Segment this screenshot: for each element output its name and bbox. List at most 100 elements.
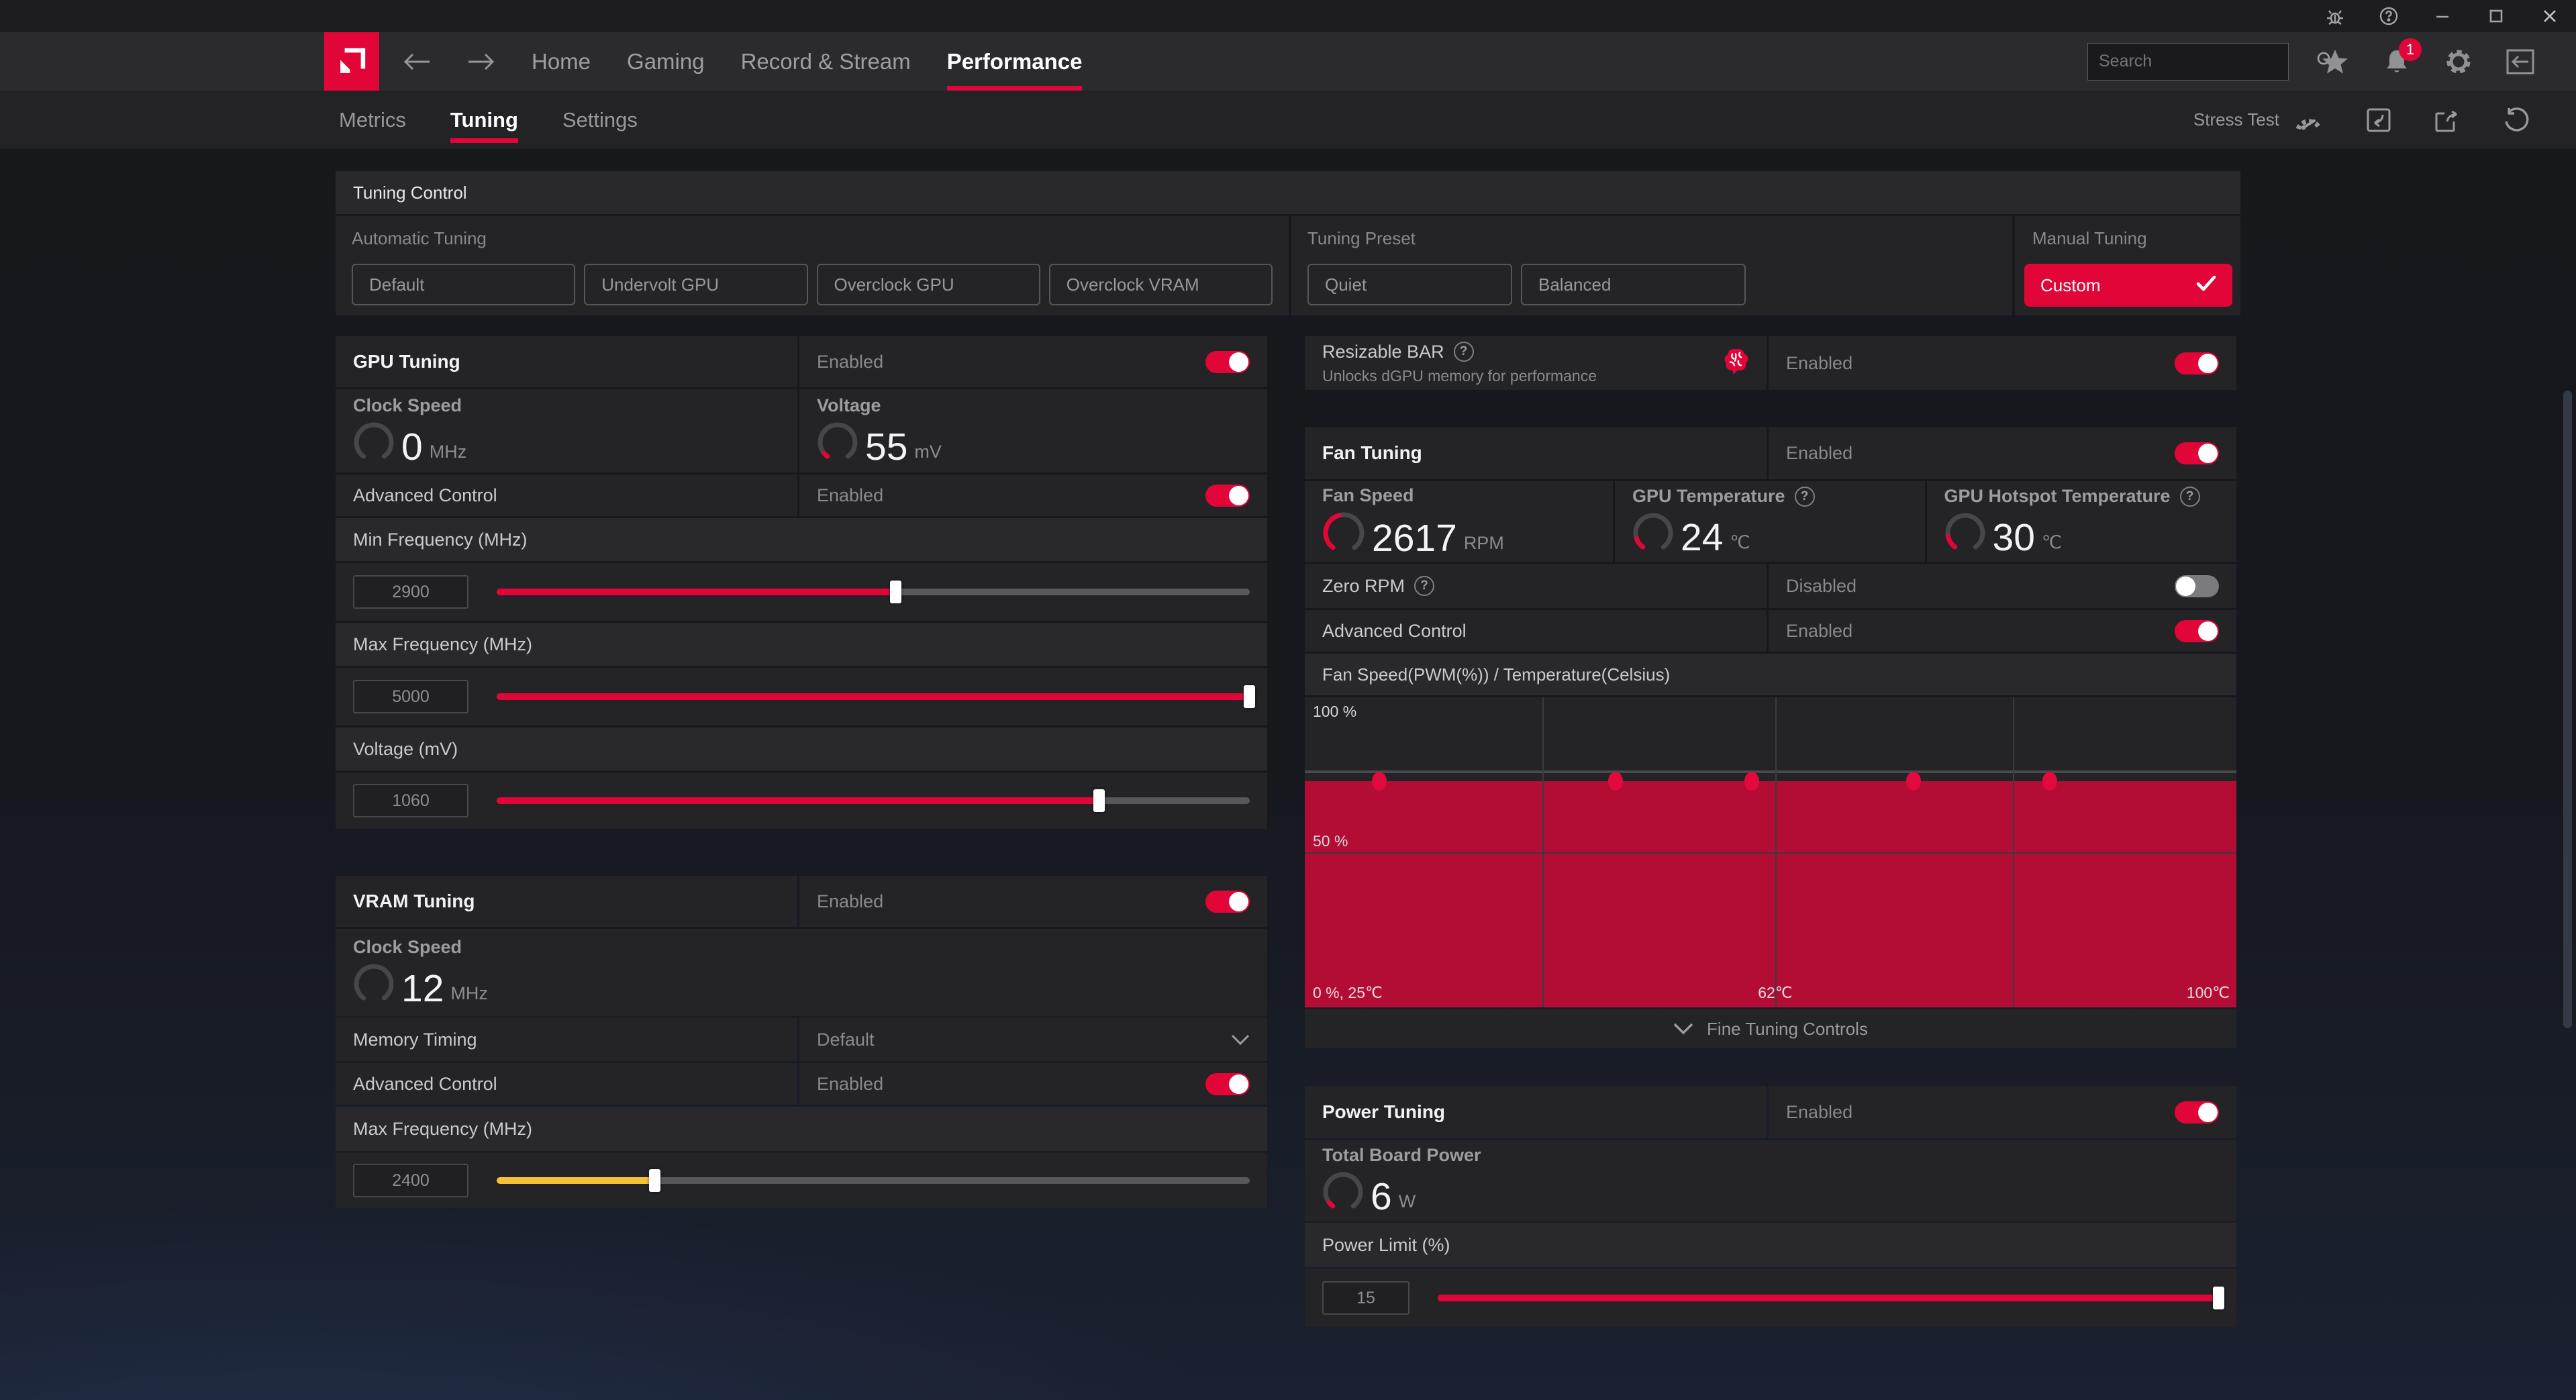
gpu-voltage-value: 55 xyxy=(865,428,907,466)
back-arrow-icon[interactable] xyxy=(403,52,431,72)
minimize-button[interactable] xyxy=(2432,6,2453,26)
amd-logo[interactable] xyxy=(324,32,379,91)
resizable-bar-panel: Resizable BAR ? Unlocks dGPU memory for … xyxy=(1305,336,2236,390)
vram-advanced-label: Advanced Control xyxy=(353,1074,497,1095)
fan-tuning-title: Fan Tuning xyxy=(1322,442,1422,464)
power-limit-slider[interactable] xyxy=(1438,1295,2219,1301)
vram-max-frequency-input[interactable]: 2400 xyxy=(353,1164,468,1197)
manual-tuning-group: Manual Tuning Custom xyxy=(2015,216,2240,315)
custom-preset-button[interactable]: Custom xyxy=(2024,264,2232,307)
x-tick-max: 100℃ xyxy=(2187,984,2230,1002)
y-tick-100: 100 % xyxy=(1313,703,1356,721)
max-frequency-input[interactable]: 5000 xyxy=(353,680,468,713)
min-frequency-slider[interactable] xyxy=(497,589,1250,595)
vram-clock-gauge-icon xyxy=(353,963,395,1008)
search-box[interactable] xyxy=(2087,43,2289,81)
gpu-tuning-header: GPU Tuning xyxy=(336,336,797,387)
fan-curve-plot[interactable]: 100 % 50 % 0 %, 25℃ 62℃ 100℃ xyxy=(1305,697,2236,1007)
gpu-hotspot-help-icon[interactable]: ? xyxy=(2180,487,2200,507)
vram-max-frequency-slider[interactable] xyxy=(497,1177,1250,1184)
fan-curve-point[interactable] xyxy=(2042,772,2057,791)
vram-advanced-toggle[interactable] xyxy=(1205,1073,1250,1095)
vram-advanced-state-label: Enabled xyxy=(817,1074,883,1095)
gpu-temperature-help-icon[interactable]: ? xyxy=(1795,487,1815,507)
fine-tuning-controls-expander[interactable]: Fine Tuning Controls xyxy=(1305,1009,2236,1048)
total-board-power-gauge-icon xyxy=(1322,1171,1364,1216)
power-limit-slider-row: 15 xyxy=(1305,1269,2236,1327)
gpu-voltage-gauge: Voltage 55 mV xyxy=(799,389,1267,472)
overclock-gpu-button[interactable]: Overclock GPU xyxy=(817,264,1040,305)
collapse-panel-icon[interactable] xyxy=(2505,46,2536,77)
custom-button-label: Custom xyxy=(2040,275,2101,296)
vertical-scrollbar[interactable] xyxy=(2563,391,2572,1028)
settings-gear-icon[interactable] xyxy=(2443,46,2474,77)
manual-tuning-label: Manual Tuning xyxy=(2024,228,2232,249)
vram-tuning-panel: VRAM Tuning Enabled Clock Speed 12 MHz xyxy=(336,876,1267,1208)
favorites-star-icon[interactable] xyxy=(2320,46,2350,77)
subnav-tab-tuning[interactable]: Tuning xyxy=(450,91,518,149)
max-frequency-slider[interactable] xyxy=(497,693,1250,700)
max-frequency-label: Max Frequency (MHz) xyxy=(353,634,532,655)
search-input[interactable] xyxy=(2099,52,2315,71)
power-tuning-state-label: Enabled xyxy=(1786,1102,1852,1123)
fan-tuning-toggle[interactable] xyxy=(2175,442,2219,464)
subnav-tab-metrics[interactable]: Metrics xyxy=(339,91,406,149)
fine-tuning-controls-label: Fine Tuning Controls xyxy=(1707,1019,1868,1040)
vram-clock-label: Clock Speed xyxy=(353,937,1250,958)
overclock-vram-button[interactable]: Overclock VRAM xyxy=(1049,264,1273,305)
undervolt-gpu-button[interactable]: Undervolt GPU xyxy=(584,264,807,305)
gpu-advanced-label: Advanced Control xyxy=(353,485,497,506)
gpu-advanced-toggle[interactable] xyxy=(1205,485,1250,507)
bug-report-icon[interactable] xyxy=(2325,6,2345,26)
fan-curve-point[interactable] xyxy=(1372,772,1387,791)
reset-icon[interactable] xyxy=(2502,107,2529,134)
subnav-tab-settings[interactable]: Settings xyxy=(562,91,638,149)
chevron-down-icon xyxy=(1231,1034,1250,1046)
memory-timing-label: Memory Timing xyxy=(353,1030,477,1050)
forward-arrow-icon[interactable] xyxy=(467,52,495,72)
tuning-control-header: Tuning Control xyxy=(336,171,2240,214)
memory-timing-dropdown[interactable]: Default xyxy=(799,1018,1267,1061)
voltage-input[interactable]: 1060 xyxy=(353,784,468,817)
fan-speed-gauge: Fan Speed 2617 RPM xyxy=(1305,481,1613,562)
import-profile-icon[interactable] xyxy=(2365,107,2392,134)
notifications-bell-icon[interactable]: 1 xyxy=(2381,46,2412,77)
quiet-preset-button[interactable]: Quiet xyxy=(1307,264,1512,305)
stress-test-gauge-icon[interactable] xyxy=(2294,109,2324,132)
default-button[interactable]: Default xyxy=(352,264,575,305)
balanced-preset-button[interactable]: Balanced xyxy=(1521,264,1746,305)
power-limit-input[interactable]: 15 xyxy=(1322,1281,1409,1315)
export-profile-icon[interactable] xyxy=(2434,107,2461,134)
min-frequency-input[interactable]: 2900 xyxy=(353,575,468,609)
fan-curve-point[interactable] xyxy=(1906,772,1921,791)
stress-test-label: Stress Test xyxy=(2193,109,2279,130)
gpu-voltage-unit: mV xyxy=(914,442,942,466)
fan-speed-unit: RPM xyxy=(1464,533,1504,558)
nav-tab-home[interactable]: Home xyxy=(532,32,591,91)
fan-tuning-header: Fan Tuning xyxy=(1305,427,1767,479)
memory-timing-row: Memory Timing xyxy=(336,1018,797,1061)
zero-rpm-help-icon[interactable]: ? xyxy=(1414,576,1434,596)
nav-tab-gaming[interactable]: Gaming xyxy=(627,32,705,91)
fan-curve-point[interactable] xyxy=(1608,772,1623,791)
vram-tuning-toggle[interactable] xyxy=(1205,891,1250,913)
min-frequency-label: Min Frequency (MHz) xyxy=(353,530,528,550)
nav-tab-performance[interactable]: Performance xyxy=(947,32,1083,91)
nav-tab-record-stream[interactable]: Record & Stream xyxy=(741,32,911,91)
maximize-button[interactable] xyxy=(2486,6,2506,26)
close-button[interactable] xyxy=(2540,6,2560,26)
fan-curve-point[interactable] xyxy=(1744,772,1759,791)
fan-advanced-toggle[interactable] xyxy=(2175,620,2219,642)
power-limit-label: Power Limit (%) xyxy=(1322,1235,1450,1256)
zero-rpm-toggle[interactable] xyxy=(2175,575,2219,597)
gpu-hotspot-temperature-label: GPU Hotspot Temperature xyxy=(1944,486,2171,507)
vram-clock-value: 12 xyxy=(401,970,444,1008)
power-tuning-toggle[interactable] xyxy=(2175,1101,2219,1123)
voltage-slider[interactable] xyxy=(497,797,1250,804)
resizable-bar-help-icon[interactable]: ? xyxy=(1454,342,1474,362)
gpu-tuning-toggle[interactable] xyxy=(1205,351,1250,373)
help-icon[interactable] xyxy=(2379,6,2399,26)
resizable-bar-toggle[interactable] xyxy=(2175,352,2219,374)
automatic-tuning-group: Automatic Tuning Default Undervolt GPU O… xyxy=(336,216,1289,315)
gpu-tuning-state-label: Enabled xyxy=(817,352,883,372)
